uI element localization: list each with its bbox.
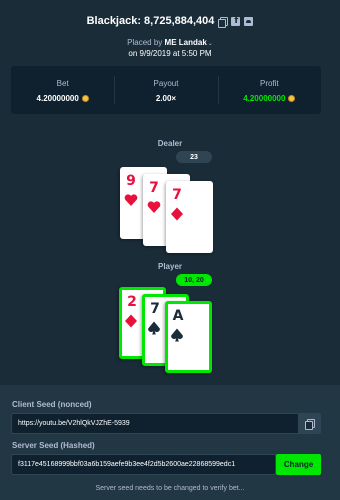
profit-value: 4.20000000 — [243, 94, 286, 103]
dealer-card-3: 7 — [166, 181, 213, 253]
client-seed-field[interactable]: https://youtu.be/V2hlQkVJZhE-5939 — [11, 413, 321, 434]
copy-icon[interactable] — [218, 16, 229, 28]
placed-by-prefix: Placed by — [127, 38, 163, 47]
chevron-down-icon[interactable]: ⌄ — [208, 41, 213, 47]
payout-value-row: 2.00× — [114, 94, 217, 103]
card-rank: 9 — [126, 173, 136, 189]
copy-client-seed-button[interactable] — [298, 414, 320, 433]
server-seed-field[interactable]: f3117e45168999bbf03a6b159aefe9b3ee4f2d5b… — [11, 454, 276, 475]
server-seed-label: Server Seed (Hashed) — [12, 441, 95, 450]
dealer-label: Dealer — [157, 139, 183, 148]
client-seed-value[interactable]: https://youtu.be/V2hlQkVJZhE-5939 — [18, 420, 130, 427]
bet-value-row: 4.20000000 — [11, 94, 114, 103]
card-rank: 2 — [127, 294, 137, 310]
coin-icon — [81, 95, 89, 102]
heart-icon — [124, 194, 138, 206]
verify-note: Server seed needs to be changed to verif… — [95, 485, 245, 492]
client-seed-label: Client Seed (nonced) — [12, 400, 92, 409]
profit-value-row: 4.20000000 — [218, 94, 321, 103]
player-label: Player — [157, 262, 183, 271]
user-link[interactable]: ME Landak — [165, 38, 207, 47]
spade-icon — [171, 328, 183, 342]
twitter-icon[interactable] — [244, 16, 254, 26]
bet-stats-panel: Bet 4.20000000 Payout 2.00× Profit 4.200… — [11, 66, 321, 114]
bet-label: Bet — [56, 79, 69, 88]
facebook-icon[interactable] — [231, 16, 241, 26]
server-seed-value[interactable]: f3117e45168999bbf03a6b159aefe9b3ee4f2d5b… — [18, 461, 235, 468]
title-row: Blackjack: 8,725,884,404 — [0, 15, 340, 28]
card-rank: 7 — [149, 180, 159, 196]
copy-icon[interactable] — [304, 419, 315, 430]
card-rank: A — [172, 308, 184, 324]
bet-date: on 9/9/2019 at 5:50 PM — [128, 49, 212, 58]
diamond-icon — [125, 314, 137, 328]
payout-label: Payout — [153, 79, 179, 88]
bet-title: Blackjack: 8,725,884,404 — [86, 15, 215, 27]
player-card-3: A — [165, 301, 212, 373]
bet-value: 4.20000000 — [36, 94, 79, 103]
card-rank: 7 — [172, 187, 182, 203]
coin-icon — [288, 95, 296, 102]
change-seed-button[interactable]: Change — [276, 454, 321, 475]
card-rank: 7 — [150, 301, 160, 317]
diamond-icon — [171, 207, 183, 221]
payout-stat: Payout 2.00× — [114, 66, 217, 114]
spade-icon — [148, 321, 160, 335]
profit-stat: Profit 4.20000000 — [217, 66, 321, 114]
profit-label: Profit — [259, 79, 279, 88]
player-score-badge: 10, 20 — [176, 274, 212, 286]
bet-stat: Bet 4.20000000 — [11, 66, 114, 114]
placed-by: Placed by ME Landak⌄ — [0, 38, 340, 47]
dealer-score-badge: 23 — [176, 151, 212, 163]
payout-value: 2.00× — [155, 94, 177, 103]
heart-icon — [147, 201, 161, 213]
